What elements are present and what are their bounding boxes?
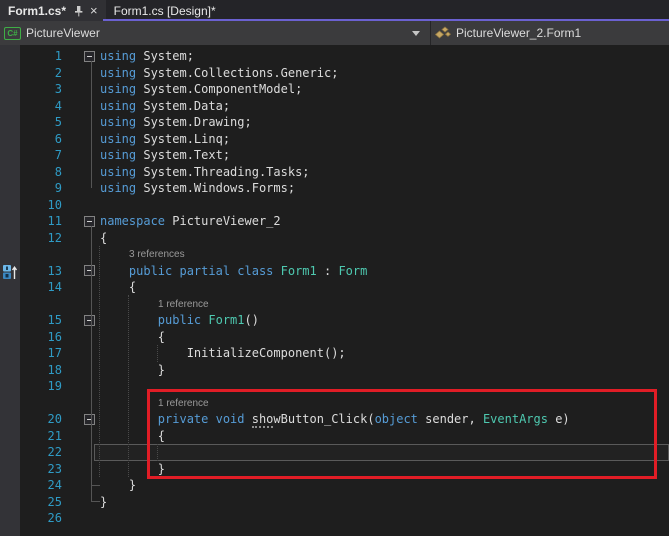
tab-form1-cs[interactable]: Form1.cs* × (0, 0, 106, 21)
fold-toggle[interactable] (84, 216, 95, 227)
code-line[interactable]: 12 { (0, 230, 669, 247)
line-number: 7 (0, 147, 62, 164)
code-text[interactable]: using System.Windows.Forms; (100, 180, 295, 197)
code-line[interactable]: 1 using System; (0, 48, 669, 65)
chevron-down-icon[interactable] (412, 31, 420, 36)
line-number: 17 (0, 345, 62, 362)
line-number: 12 (0, 230, 62, 247)
tab-label: Form1.cs [Design]* (114, 4, 216, 18)
code-line[interactable]: 25} (0, 494, 669, 511)
project-dropdown[interactable]: C# PictureViewer (0, 21, 431, 45)
line-number: 3 (0, 81, 62, 98)
pin-icon[interactable] (73, 5, 84, 17)
inheritance-margin-icon[interactable] (3, 264, 18, 285)
line-number: 1 (0, 48, 62, 65)
code-text[interactable]: using System.Text; (100, 147, 230, 164)
code-line[interactable]: 10 (0, 197, 669, 214)
annotation-rectangle (147, 389, 657, 479)
outline-guide-tick (91, 501, 100, 502)
code-text[interactable]: using System.ComponentModel; (100, 81, 302, 98)
type-dropdown[interactable]: PictureViewer_2.Form1 (431, 21, 669, 45)
class-icon (435, 26, 451, 41)
line-number: 16 (0, 329, 62, 346)
code-line[interactable]: 16 { (0, 329, 669, 346)
code-line[interactable]: 3 using System.ComponentModel; (0, 81, 669, 98)
indent-guide (157, 345, 158, 362)
code-text[interactable]: using System; (100, 48, 194, 65)
code-line[interactable]: 2 using System.Collections.Generic; (0, 65, 669, 82)
code-line[interactable]: 5 using System.Drawing; (0, 114, 669, 131)
code-line[interactable]: 8 using System.Threading.Tasks; (0, 164, 669, 181)
line-number: 4 (0, 98, 62, 115)
codelens-references-link[interactable]: 1 reference (158, 298, 209, 311)
codelens-references-link[interactable]: 3 references (129, 248, 185, 261)
line-number: 11 (0, 213, 62, 230)
code-line[interactable]: 6 using System.Linq; (0, 131, 669, 148)
line-number: 8 (0, 164, 62, 181)
line-number: 24 (0, 477, 62, 494)
code-line[interactable]: 15 public Form1() (0, 312, 669, 329)
indent-guide (128, 295, 129, 477)
code-text[interactable]: public Form1() (100, 312, 259, 329)
code-line[interactable]: 18 } (0, 362, 669, 379)
tab-form1-design[interactable]: Form1.cs [Design]* (106, 0, 224, 21)
indent-guide (99, 246, 100, 477)
outline-guide (91, 61, 92, 188)
code-text[interactable]: using System.Collections.Generic; (100, 65, 338, 82)
line-number: 15 (0, 312, 62, 329)
outline-guide-tick (91, 485, 100, 486)
code-line[interactable]: 24 } (0, 477, 669, 494)
type-dropdown-label: PictureViewer_2.Form1 (456, 26, 581, 40)
code-line[interactable]: 17 InitializeComponent(); (0, 345, 669, 362)
code-line[interactable]: 11 namespace PictureViewer_2 (0, 213, 669, 230)
code-text[interactable]: using System.Threading.Tasks; (100, 164, 310, 181)
fold-toggle[interactable] (84, 315, 95, 326)
code-line[interactable]: 13 public partial class Form1 : Form (0, 263, 669, 280)
code-text[interactable]: InitializeComponent(); (100, 345, 346, 362)
code-text[interactable]: } (100, 494, 107, 511)
line-number: 23 (0, 461, 62, 478)
code-text[interactable]: namespace PictureViewer_2 (100, 213, 281, 230)
codelens-row[interactable]: 1 reference (0, 296, 669, 313)
line-number: 2 (0, 65, 62, 82)
document-tab-bar: Form1.cs* × Form1.cs [Design]* (0, 0, 669, 21)
outline-guide (91, 226, 92, 502)
vs-editor-window: Form1.cs* × Form1.cs [Design]* C# Pictur… (0, 0, 669, 536)
line-number: 6 (0, 131, 62, 148)
code-text[interactable]: } (100, 477, 136, 494)
project-dropdown-label: PictureViewer (26, 26, 100, 40)
code-text[interactable]: { (100, 329, 165, 346)
line-number: 18 (0, 362, 62, 379)
code-line[interactable]: 26 (0, 510, 669, 527)
code-text[interactable]: using System.Linq; (100, 131, 230, 148)
fold-toggle[interactable] (84, 265, 95, 276)
code-line[interactable]: 14 { (0, 279, 669, 296)
code-text[interactable]: public partial class Form1 : Form (100, 263, 367, 280)
code-line[interactable]: 4 using System.Data; (0, 98, 669, 115)
code-editor[interactable]: 1 using System; 2 using System.Collections.… (0, 45, 669, 536)
code-navigation-bar: C# PictureViewer PictureViewer_2.Form1 (0, 21, 669, 45)
code-line[interactable]: 9 using System.Windows.Forms; (0, 180, 669, 197)
line-number: 5 (0, 114, 62, 131)
code-line[interactable]: 7 using System.Text; (0, 147, 669, 164)
line-number: 22 (0, 444, 62, 461)
code-text[interactable]: { (100, 230, 107, 247)
fold-toggle[interactable] (84, 414, 95, 425)
code-text[interactable]: using System.Drawing; (100, 114, 252, 131)
close-icon[interactable]: × (90, 4, 98, 17)
csharp-project-icon: C# (4, 27, 21, 40)
line-number: 20 (0, 411, 62, 428)
line-number: 26 (0, 510, 62, 527)
code-text[interactable]: { (100, 279, 136, 296)
tab-label: Form1.cs* (8, 4, 66, 18)
line-number: 10 (0, 197, 62, 214)
line-number: 9 (0, 180, 62, 197)
codelens-row[interactable]: 3 references (0, 246, 669, 263)
line-number: 19 (0, 378, 62, 395)
code-text[interactable]: } (100, 362, 165, 379)
line-number: 25 (0, 494, 62, 511)
fold-toggle[interactable] (84, 51, 95, 62)
line-number: 21 (0, 428, 62, 445)
code-text[interactable]: using System.Data; (100, 98, 230, 115)
